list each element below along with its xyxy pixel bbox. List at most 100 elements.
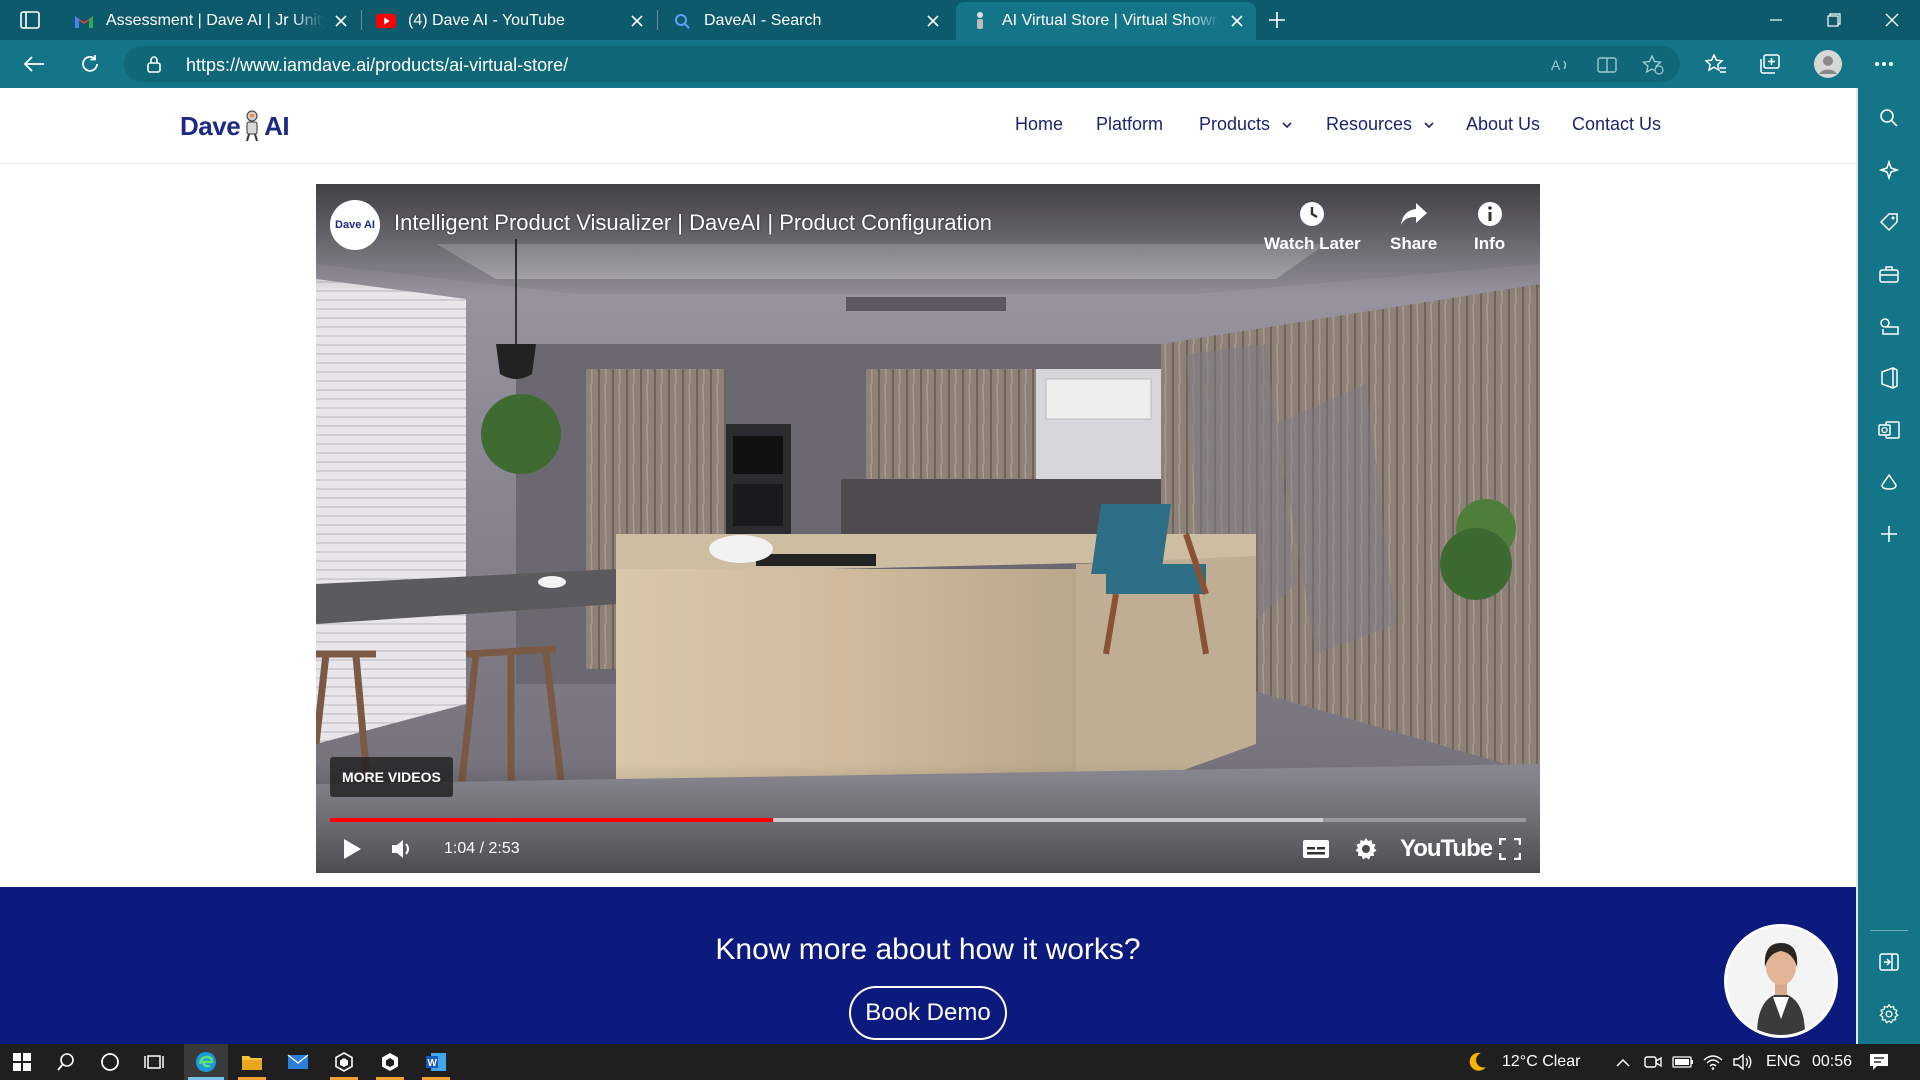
tab-gmail[interactable]: Assessment | Dave AI | Jr Unity D xyxy=(60,2,360,40)
nav-resources[interactable]: Resources xyxy=(1326,114,1434,135)
close-tab-icon[interactable] xyxy=(330,10,352,32)
sidebar-add-icon[interactable] xyxy=(1877,522,1901,546)
daveai-icon xyxy=(970,11,990,31)
chevron-down-icon xyxy=(1424,121,1434,128)
file-explorer-icon[interactable] xyxy=(230,1044,274,1080)
video-time: 1:04 / 2:53 xyxy=(444,840,520,857)
mail-icon[interactable] xyxy=(276,1044,320,1080)
mute-button[interactable] xyxy=(386,833,418,865)
sidebar-games-icon[interactable] xyxy=(1877,314,1901,338)
subtitles-button[interactable] xyxy=(1300,833,1332,865)
collections-icon[interactable] xyxy=(1754,48,1786,80)
word-icon[interactable]: W xyxy=(414,1044,458,1080)
sidebar-copilot-icon[interactable] xyxy=(1877,158,1901,182)
nav-home[interactable]: Home xyxy=(1015,114,1063,135)
play-button[interactable] xyxy=(336,833,368,865)
youtube-video-player[interactable]: Dave AI Intelligent Product Visualizer |… xyxy=(316,184,1540,873)
sidebar-hide-icon[interactable] xyxy=(1877,950,1901,974)
input-language[interactable]: ENG xyxy=(1766,1053,1801,1071)
read-aloud-icon[interactable]: A xyxy=(1550,54,1572,76)
minimize-button[interactable] xyxy=(1748,0,1804,40)
info-button[interactable]: Info xyxy=(1474,200,1505,254)
volume-icon xyxy=(392,840,409,858)
weather-moon-icon[interactable] xyxy=(1466,1051,1488,1073)
close-window-button[interactable] xyxy=(1864,0,1920,40)
sidebar-outlook-icon[interactable] xyxy=(1877,418,1901,442)
task-view-icon[interactable] xyxy=(132,1044,176,1080)
tab-search[interactable]: DaveAI - Search xyxy=(658,2,952,40)
gear-icon xyxy=(1355,838,1377,860)
new-tab-button[interactable] xyxy=(1262,8,1292,32)
tab-youtube[interactable]: (4) Dave AI - YouTube xyxy=(362,2,656,40)
sidebar-tools-icon[interactable] xyxy=(1877,262,1901,286)
windows-taskbar: W 12°C Clear ENG 00:56 xyxy=(0,1044,1920,1080)
browser-tab-strip: Assessment | Dave AI | Jr Unity D (4) Da… xyxy=(0,0,1920,40)
play-icon xyxy=(344,839,361,859)
nav-about-us[interactable]: About Us xyxy=(1466,114,1540,135)
favorites-icon[interactable] xyxy=(1700,48,1732,80)
taskbar-edge-icon[interactable] xyxy=(184,1044,228,1080)
lock-icon[interactable] xyxy=(146,55,162,73)
meet-now-icon[interactable] xyxy=(1642,1051,1664,1073)
cortana-icon[interactable] xyxy=(88,1044,132,1080)
weather-text[interactable]: 12°C Clear xyxy=(1502,1053,1580,1071)
url-text[interactable]: https://www.iamdave.ai/products/ai-virtu… xyxy=(186,55,568,76)
settings-button[interactable] xyxy=(1350,833,1382,865)
share-button[interactable]: Share xyxy=(1390,200,1437,254)
tab-actions-icon[interactable] xyxy=(14,8,46,32)
close-tab-icon[interactable] xyxy=(626,10,648,32)
windows-start-icon[interactable] xyxy=(0,1044,44,1080)
show-hidden-icons-chevron-icon[interactable] xyxy=(1612,1051,1634,1073)
sidebar-office-icon[interactable] xyxy=(1877,366,1901,390)
tab-title: Assessment | Dave AI | Jr Unity D xyxy=(106,12,324,29)
close-tab-icon[interactable] xyxy=(1226,10,1248,32)
nav-contact-us[interactable]: Contact Us xyxy=(1572,114,1661,135)
info-label: Info xyxy=(1474,234,1506,253)
tab-ai-virtual-store[interactable]: AI Virtual Store | Virtual Showroo xyxy=(956,2,1256,40)
book-demo-button[interactable]: Book Demo xyxy=(849,986,1007,1040)
more-videos-button[interactable]: MORE VIDEOS xyxy=(330,757,453,797)
edge-sidebar xyxy=(1858,88,1920,1044)
daveai-logo[interactable]: Dave AI xyxy=(180,106,290,146)
clock-icon xyxy=(1300,202,1325,226)
sidebar-search-icon[interactable] xyxy=(1877,106,1901,130)
robot-mascot-icon xyxy=(242,110,262,142)
channel-avatar[interactable]: Dave AI xyxy=(330,200,380,250)
progress-bar[interactable] xyxy=(330,818,1526,822)
nav-platform[interactable]: Platform xyxy=(1096,114,1163,135)
back-button[interactable] xyxy=(18,48,50,80)
fullscreen-icon xyxy=(1499,838,1521,860)
refresh-button[interactable] xyxy=(74,48,106,80)
sidebar-settings-icon[interactable] xyxy=(1877,1002,1901,1026)
battery-icon[interactable] xyxy=(1672,1051,1694,1073)
taskbar-search-icon[interactable] xyxy=(44,1044,88,1080)
info-icon xyxy=(1477,202,1502,226)
notifications-icon[interactable] xyxy=(1868,1051,1890,1073)
profile-avatar-icon[interactable] xyxy=(1812,48,1844,80)
speaker-icon[interactable] xyxy=(1732,1051,1754,1073)
nav-products[interactable]: Products xyxy=(1199,114,1292,135)
restore-button[interactable] xyxy=(1806,0,1862,40)
address-bar[interactable]: https://www.iamdave.ai/products/ai-virtu… xyxy=(124,46,1680,82)
cta-title: Know more about how it works? xyxy=(715,933,1141,966)
system-clock[interactable]: 00:56 xyxy=(1812,1053,1852,1071)
immersive-reader-icon[interactable] xyxy=(1596,54,1618,76)
web-page: Dave AI Home Platform Products Resources… xyxy=(0,88,1856,1044)
video-title[interactable]: Intelligent Product Visualizer | DaveAI … xyxy=(394,210,992,236)
fullscreen-button[interactable] xyxy=(1494,833,1526,865)
sidebar-drop-icon[interactable] xyxy=(1877,470,1901,494)
more-options-icon[interactable] xyxy=(1868,48,1900,80)
add-favorite-icon[interactable] xyxy=(1642,54,1664,76)
wifi-icon[interactable] xyxy=(1702,1051,1724,1073)
cta-section: Know more about how it works? Book Demo xyxy=(0,887,1856,1044)
unity-hub-icon[interactable] xyxy=(322,1044,366,1080)
unity-editor-icon[interactable] xyxy=(368,1044,412,1080)
sidebar-shopping-tag-icon[interactable] xyxy=(1877,210,1901,234)
watch-later-button[interactable]: Watch Later xyxy=(1264,200,1361,254)
virtual-assistant-avatar[interactable] xyxy=(1724,924,1838,1038)
tab-title: (4) Dave AI - YouTube xyxy=(408,12,565,29)
svg-text:W: W xyxy=(428,1058,438,1069)
youtube-logo[interactable]: YouTube xyxy=(1400,835,1493,863)
close-tab-icon[interactable] xyxy=(922,10,944,32)
tab-title: DaveAI - Search xyxy=(704,12,822,29)
